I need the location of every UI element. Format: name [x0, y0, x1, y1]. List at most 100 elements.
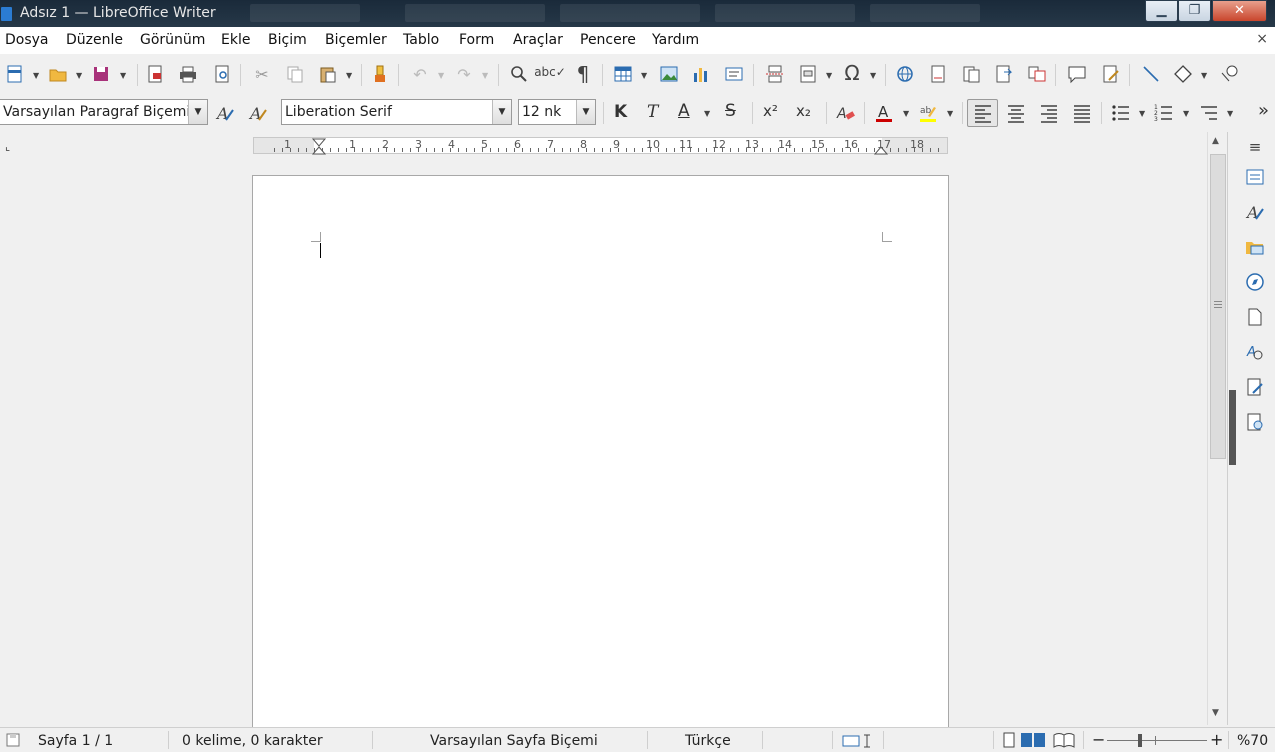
outline-list-button[interactable] — [1197, 101, 1221, 125]
chevron-down-icon[interactable]: ▼ — [346, 71, 352, 80]
insert-textbox-button[interactable] — [722, 62, 746, 86]
paragraph-style-combo[interactable]: Varsayılan Paragraf Biçemi ▼ — [0, 99, 208, 125]
clone-formatting-button[interactable] — [368, 62, 392, 86]
sidebar-page-button[interactable] — [1244, 306, 1266, 328]
subscript-button[interactable]: x₂ — [796, 102, 811, 120]
spelling-button[interactable]: abc✓ — [534, 60, 566, 84]
menu-duzenle[interactable]: Düzenle — [66, 32, 123, 48]
scrollbar-thumb[interactable] — [1210, 154, 1226, 459]
document-modified-icon[interactable] — [5, 732, 21, 748]
new-document-button[interactable] — [3, 62, 27, 86]
basic-shapes-button[interactable] — [1171, 62, 1195, 86]
more-options-button[interactable]: » — [1258, 100, 1269, 121]
menu-gorunum[interactable]: Görünüm — [140, 32, 205, 48]
single-page-view-icon[interactable] — [1001, 732, 1017, 748]
paste-button[interactable] — [316, 62, 340, 86]
bold-button[interactable]: K — [614, 102, 627, 122]
zoom-slider[interactable] — [1107, 740, 1207, 741]
close-button[interactable]: ✕ — [1212, 0, 1267, 22]
bookmark-button[interactable] — [959, 62, 983, 86]
hyperlink-button[interactable] — [893, 62, 917, 86]
selection-mode-icon[interactable] — [842, 734, 872, 748]
insert-field-button[interactable] — [796, 62, 820, 86]
page-count[interactable]: Sayfa 1 / 1 — [38, 733, 113, 749]
export-pdf-button[interactable] — [143, 62, 167, 86]
chevron-down-icon[interactable]: ▼ — [438, 71, 444, 80]
show-draw-functions-button[interactable] — [1217, 62, 1241, 86]
formatting-marks-button[interactable]: ¶ — [571, 62, 595, 86]
menu-yardim[interactable]: Yardım — [652, 32, 699, 48]
book-view-icon[interactable] — [1052, 732, 1076, 748]
chevron-down-icon[interactable]: ▼ — [482, 71, 488, 80]
menu-bicemler[interactable]: Biçemler — [325, 32, 387, 48]
zoom-out-button[interactable]: − — [1092, 730, 1105, 749]
cross-reference-button[interactable] — [992, 62, 1016, 86]
language[interactable]: Türkçe — [685, 733, 731, 749]
chevron-down-icon[interactable]: ▼ — [120, 71, 126, 80]
superscript-button[interactable]: x² — [763, 102, 778, 120]
menu-ekle[interactable]: Ekle — [221, 32, 250, 48]
sidebar-properties-button[interactable] — [1244, 166, 1266, 188]
font-name-combo[interactable]: Liberation Serif ▼ — [281, 99, 512, 125]
chevron-down-icon[interactable]: ▼ — [826, 71, 832, 80]
new-style-button[interactable]: A — [246, 101, 270, 125]
chevron-down-icon[interactable]: ▼ — [33, 71, 39, 80]
zoom-in-button[interactable]: + — [1210, 730, 1223, 749]
page-style[interactable]: Varsayılan Sayfa Biçemi — [430, 733, 598, 749]
chevron-down-icon[interactable]: ▼ — [903, 109, 909, 118]
chevron-down-icon[interactable]: ▼ — [188, 100, 207, 124]
font-size-combo[interactable]: 12 nk ▼ — [518, 99, 596, 125]
font-color-button[interactable]: A — [872, 101, 896, 125]
unordered-list-button[interactable] — [1109, 101, 1133, 125]
insert-line-button[interactable] — [1139, 62, 1163, 86]
insert-image-button[interactable] — [657, 62, 681, 86]
chevron-down-icon[interactable]: ▼ — [492, 100, 511, 124]
sidebar-collapse-handle[interactable] — [1229, 390, 1236, 465]
align-right-button[interactable] — [1037, 101, 1061, 125]
menu-tablo[interactable]: Tablo — [403, 32, 439, 48]
word-count[interactable]: 0 kelime, 0 karakter — [182, 733, 323, 749]
menu-bicim[interactable]: Biçim — [268, 32, 307, 48]
align-center-button[interactable] — [1004, 101, 1028, 125]
insert-note-button[interactable] — [1025, 62, 1049, 86]
page-break-button[interactable] — [763, 62, 787, 86]
underline-button[interactable]: A — [678, 101, 690, 121]
sidebar-style-inspector-button[interactable]: A — [1244, 341, 1266, 363]
indent-marker-icon[interactable] — [312, 138, 326, 155]
undo-button[interactable]: ↶ — [408, 62, 432, 86]
print-preview-button[interactable] — [210, 62, 234, 86]
tab-stop-selector[interactable]: ⌞ — [5, 140, 10, 153]
menu-dosya[interactable]: Dosya — [5, 32, 49, 48]
maximize-button[interactable]: ❐ — [1178, 0, 1211, 22]
sidebar-manage-changes-button[interactable] — [1244, 376, 1266, 398]
horizontal-ruler[interactable]: 1 1 2 3 4 5 6 7 8 9 10 11 12 13 14 15 16 17 18 — [253, 137, 948, 155]
special-character-button[interactable]: Ω — [840, 61, 864, 85]
menu-form[interactable]: Form — [459, 32, 494, 48]
document-page[interactable] — [252, 175, 949, 735]
align-left-button[interactable] — [967, 99, 998, 127]
justify-button[interactable] — [1070, 101, 1094, 125]
strikethrough-button[interactable]: S — [725, 101, 736, 121]
highlight-color-button[interactable]: ab — [916, 101, 940, 125]
chevron-down-icon[interactable]: ▼ — [870, 71, 876, 80]
chevron-down-icon[interactable]: ▼ — [576, 100, 595, 124]
insert-chart-button[interactable] — [689, 62, 713, 86]
footnote-button[interactable] — [926, 62, 950, 86]
zoom-slider-thumb[interactable] — [1138, 734, 1142, 747]
redo-button[interactable]: ↷ — [452, 62, 476, 86]
zoom-level[interactable]: %70 — [1237, 733, 1268, 749]
scroll-down-icon[interactable]: ▼ — [1212, 708, 1219, 718]
chevron-down-icon[interactable]: ▼ — [641, 71, 647, 80]
open-button[interactable] — [46, 62, 70, 86]
find-replace-button[interactable] — [507, 62, 531, 86]
right-indent-marker-icon[interactable] — [874, 138, 888, 155]
chevron-down-icon[interactable]: ▼ — [1227, 109, 1233, 118]
print-button[interactable] — [176, 62, 200, 86]
copy-button[interactable] — [283, 62, 307, 86]
sidebar-gallery-button[interactable] — [1244, 236, 1266, 258]
menu-pencere[interactable]: Pencere — [580, 32, 636, 48]
menu-araclar[interactable]: Araçlar — [513, 32, 563, 48]
clear-formatting-button[interactable]: A — [834, 101, 858, 125]
comment-button[interactable] — [1065, 62, 1089, 86]
chevron-down-icon[interactable]: ▼ — [1183, 109, 1189, 118]
